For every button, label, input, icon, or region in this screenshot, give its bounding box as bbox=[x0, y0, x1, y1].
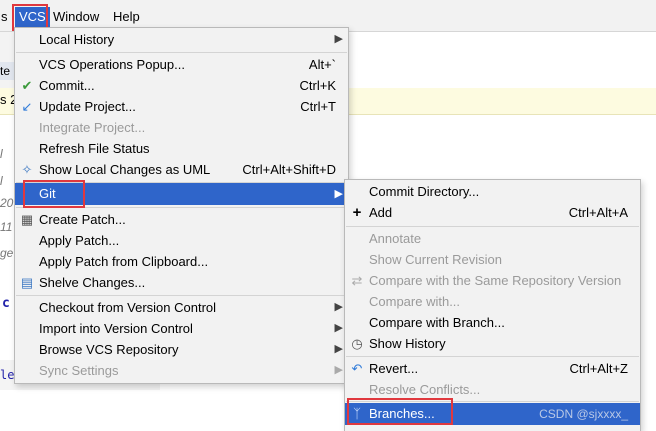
shortcut-label: Ctrl+K bbox=[299, 78, 336, 93]
gutter-text: l bbox=[0, 147, 3, 161]
chevron-right-icon: ▶ bbox=[334, 322, 343, 334]
menu-separator bbox=[346, 401, 639, 402]
menu-item-checkout[interactable]: Checkout from Version Control ▶ bbox=[15, 297, 348, 318]
menu-item-label: Refresh File Status bbox=[39, 141, 150, 156]
menu-item-shelve-changes[interactable]: ▤ Shelve Changes... bbox=[15, 272, 348, 293]
code-fragment: le bbox=[0, 368, 15, 382]
plus-icon: + bbox=[352, 204, 362, 221]
watermark: CSDN @sjxxxx_ bbox=[539, 407, 628, 421]
menu-item-label: Compare with the Same Repository Version bbox=[369, 273, 622, 288]
gutter-text: ge bbox=[0, 246, 14, 260]
menu-item-label: VCS Operations Popup... bbox=[39, 57, 185, 72]
revert-icon: ↶ bbox=[351, 361, 363, 376]
history-icon: ◷ bbox=[351, 336, 363, 351]
menu-item-label: Compare with Branch... bbox=[369, 315, 505, 330]
menu-item-label: Revert... bbox=[369, 361, 419, 376]
menu-item-refresh-file-status[interactable]: Refresh File Status bbox=[15, 138, 348, 159]
shelve-icon: ▤ bbox=[20, 275, 34, 290]
menu-item-apply-patch-clipboard[interactable]: Apply Patch from Clipboard... bbox=[15, 251, 348, 272]
menu-item-label: Apply Patch from Clipboard... bbox=[39, 254, 209, 269]
git-item-commit-directory[interactable]: Commit Directory... bbox=[345, 181, 640, 202]
shortcut-label: Alt+` bbox=[308, 57, 336, 72]
menu-item-label: Show History bbox=[369, 336, 446, 351]
menu-item-vcs-operations-popup[interactable]: VCS Operations Popup... Alt+` bbox=[15, 54, 348, 75]
menu-item-label: Local History bbox=[39, 32, 115, 47]
git-item-resolve-conflicts[interactable]: Resolve Conflicts... bbox=[345, 379, 640, 400]
menu-item-label: Branches... bbox=[369, 406, 435, 421]
menu-item-label: Apply Patch... bbox=[39, 233, 120, 248]
menu-item-sync-settings[interactable]: Sync Settings ▶ bbox=[15, 360, 348, 381]
gutter-text: 11 bbox=[0, 220, 13, 234]
menu-item-integrate-project[interactable]: Integrate Project... bbox=[15, 117, 348, 138]
menu-item-update-project[interactable]: ↙ Update Project... Ctrl+T bbox=[15, 96, 348, 117]
git-item-annotate[interactable]: Annotate bbox=[345, 228, 640, 249]
chevron-right-icon: ▶ bbox=[334, 364, 343, 376]
menu-item-label: Annotate bbox=[369, 231, 422, 246]
menu-item-git[interactable]: Git ▶ bbox=[15, 183, 348, 205]
menu-item-label: Browse VCS Repository bbox=[39, 342, 179, 357]
menu-item-commit[interactable]: ✔ Commit... Ctrl+K bbox=[15, 75, 348, 96]
menu-item-label: Compare with... bbox=[369, 294, 461, 309]
menu-item-label: Checkout from Version Control bbox=[39, 300, 217, 315]
uml-icon: ✧ bbox=[21, 162, 33, 177]
menu-item-label: Resolve Conflicts... bbox=[369, 382, 481, 397]
menu-tools-partial[interactable]: s bbox=[0, 7, 12, 27]
menu-item-label: Shelve Changes... bbox=[39, 275, 146, 290]
menu-item-label: Integrate Project... bbox=[39, 120, 146, 135]
menu-separator bbox=[16, 295, 347, 296]
chevron-right-icon: ▶ bbox=[334, 301, 343, 313]
git-item-compare-with[interactable]: Compare with... bbox=[345, 291, 640, 312]
menu-item-label: Create Patch... bbox=[39, 212, 126, 227]
compare-icon: ⇄ bbox=[351, 273, 363, 288]
git-item-show-current-revision[interactable]: Show Current Revision bbox=[345, 249, 640, 270]
menu-item-label: Commit... bbox=[39, 78, 95, 93]
chevron-right-icon: ▶ bbox=[334, 33, 343, 45]
git-item-compare-with-branch[interactable]: Compare with Branch... bbox=[345, 312, 640, 333]
menu-item-local-history[interactable]: Local History ▶ bbox=[15, 29, 348, 50]
menu-help[interactable]: Help bbox=[109, 7, 144, 27]
menu-item-label: Add bbox=[369, 205, 393, 220]
menu-item-label: Show Local Changes as UML bbox=[39, 162, 211, 177]
git-submenu: Commit Directory... + Add Ctrl+Alt+A Ann… bbox=[344, 179, 641, 431]
menu-item-label: Sync Settings bbox=[39, 363, 119, 378]
menu-item-show-local-changes-uml[interactable]: ✧ Show Local Changes as UML Ctrl+Alt+Shi… bbox=[15, 159, 348, 180]
menu-item-label: Import into Version Control bbox=[39, 321, 193, 336]
shortcut-label: Ctrl+Alt+A bbox=[568, 205, 628, 220]
menu-window[interactable]: Window bbox=[49, 7, 103, 27]
git-item-show-history[interactable]: ◷ Show History bbox=[345, 333, 640, 354]
shortcut-label: Ctrl+Alt+Z bbox=[569, 361, 628, 376]
gutter-text: 20 bbox=[0, 196, 14, 210]
shortcut-label: Ctrl+T bbox=[300, 99, 336, 114]
git-item-add[interactable]: + Add Ctrl+Alt+A bbox=[345, 202, 640, 223]
menu-item-label: Git bbox=[39, 186, 56, 201]
menu-item-browse-vcs-repository[interactable]: Browse VCS Repository ▶ bbox=[15, 339, 348, 360]
menu-item-import[interactable]: Import into Version Control ▶ bbox=[15, 318, 348, 339]
git-item-branches[interactable]: ᛉ Branches... CSDN @sjxxxx_ bbox=[345, 403, 640, 425]
gutter-text: l bbox=[0, 174, 3, 188]
check-icon: ✔ bbox=[21, 78, 33, 93]
shortcut-label: Ctrl+Alt+Shift+D bbox=[242, 162, 336, 177]
menu-vcs[interactable]: VCS bbox=[15, 7, 50, 27]
menu-separator bbox=[16, 52, 347, 53]
chevron-right-icon: ▶ bbox=[334, 188, 343, 200]
menu-item-apply-patch[interactable]: Apply Patch... bbox=[15, 230, 348, 251]
code-fragment: c bbox=[2, 296, 10, 311]
branch-icon: ᛉ bbox=[353, 406, 361, 421]
menu-item-create-patch[interactable]: ▦ Create Patch... bbox=[15, 209, 348, 230]
menu-item-label: Show Current Revision bbox=[369, 252, 502, 267]
menu-item-label: Commit Directory... bbox=[369, 184, 480, 199]
menu-separator bbox=[346, 356, 639, 357]
chevron-right-icon: ▶ bbox=[334, 343, 343, 355]
patch-icon: ▦ bbox=[20, 212, 34, 227]
menu-separator bbox=[16, 207, 347, 208]
git-item-revert[interactable]: ↶ Revert... Ctrl+Alt+Z bbox=[345, 358, 640, 379]
vcs-menu: Local History ▶ VCS Operations Popup... … bbox=[14, 27, 349, 384]
menu-item-label: Update Project... bbox=[39, 99, 136, 114]
update-arrow-icon: ↙ bbox=[21, 99, 33, 114]
git-item-compare-same-repo[interactable]: ⇄ Compare with the Same Repository Versi… bbox=[345, 270, 640, 291]
menu-separator bbox=[346, 226, 639, 227]
